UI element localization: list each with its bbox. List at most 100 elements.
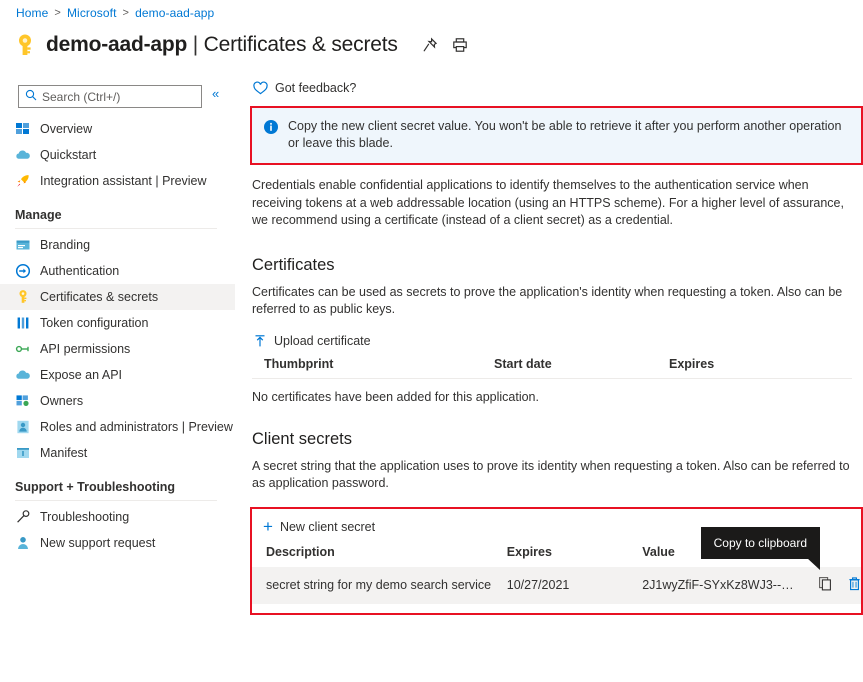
search-icon: [25, 88, 37, 106]
client-secrets-panel: + New client secret Description Expires …: [250, 506, 863, 615]
got-feedback-label: Got feedback?: [275, 81, 357, 95]
breadcrumb-item-home[interactable]: Home: [16, 6, 48, 20]
sidebar-item-owners[interactable]: Owners: [0, 388, 235, 414]
page-header-actions: [422, 37, 468, 53]
copy-to-clipboard-tooltip: Copy to clipboard: [700, 526, 820, 570]
sidebar-item-certificates-and-secrets[interactable]: Certificates & secrets: [0, 284, 235, 310]
page-header: demo-aad-app | Certificates & secrets: [14, 28, 468, 62]
new-client-secret-button[interactable]: + New client secret: [263, 516, 376, 536]
certificates-command-bar: Upload certificate: [253, 334, 863, 348]
new-client-secret-label: New client secret: [279, 519, 376, 534]
manifest-icon: [15, 445, 31, 461]
sidebar-item-label: Token configuration: [40, 316, 149, 330]
wrench-icon: [15, 509, 31, 525]
cell-value: 2J1wyZfiF-SYxKz8WJ3--MPVnlu_F8rA...: [642, 578, 804, 592]
sidebar-item-label: Certificates & secrets: [40, 290, 159, 304]
credentials-intro-text: Credentials enable confidential applicat…: [252, 178, 844, 227]
sidebar-item-new-support-request[interactable]: New support request: [0, 530, 235, 556]
column-header-expires[interactable]: Expires: [493, 536, 628, 567]
search-input[interactable]: [42, 89, 195, 104]
tooltip-pointer: [807, 557, 820, 570]
cell-expires: 10/27/2021: [506, 578, 570, 592]
page-title-separator: |: [192, 33, 199, 56]
plus-icon: +: [263, 516, 273, 536]
search-box[interactable]: [18, 85, 202, 108]
sidebar-item-troubleshooting[interactable]: Troubleshooting: [0, 504, 235, 530]
page-title-app: demo-aad-app: [46, 33, 188, 56]
upload-icon: [253, 334, 267, 348]
owners-grid-icon: [15, 393, 31, 409]
got-feedback-button[interactable]: Got feedback?: [253, 78, 863, 98]
cloud-icon: [15, 367, 31, 383]
column-header-description[interactable]: Description: [252, 536, 493, 567]
copy-icon[interactable]: [818, 576, 833, 594]
sidebar-group-support-troubleshooting: Support + Troubleshooting: [15, 480, 176, 494]
client-secrets-description: A secret string that the application use…: [252, 458, 850, 491]
tooltip-text: Copy to clipboard: [713, 535, 807, 550]
sidebar-item-integration-assistant[interactable]: Integration assistant | Preview: [0, 168, 235, 194]
main-content: Got feedback? Copy the new client secret…: [250, 78, 863, 615]
role-person-icon: [15, 419, 31, 435]
sidebar-item-label: Troubleshooting: [40, 510, 130, 524]
sidebar-item-expose-an-api[interactable]: Expose an API: [0, 362, 235, 388]
column-header-expires[interactable]: Expires: [657, 347, 852, 379]
sidebar: « Overview: [0, 78, 235, 682]
upload-certificate-button[interactable]: Upload certificate: [253, 334, 371, 348]
sidebar-item-authentication[interactable]: Authentication: [0, 258, 235, 284]
sidebar-item-overview[interactable]: Overview: [0, 116, 235, 142]
sidebar-item-manifest[interactable]: Manifest: [0, 440, 235, 466]
sidebar-item-label: Expose an API: [40, 368, 123, 382]
sidebar-group-manage: Manage: [15, 208, 62, 222]
info-icon: [263, 118, 279, 140]
branding-card-icon: [15, 237, 31, 253]
sidebar-item-quickstart[interactable]: Quickstart: [0, 142, 235, 168]
sidebar-item-api-permissions[interactable]: API permissions: [0, 336, 235, 362]
sidebar-item-label: Integration assistant | Preview: [40, 174, 207, 188]
breadcrumb-item-microsoft[interactable]: Microsoft: [67, 6, 117, 20]
client-secrets-heading: Client secrets: [252, 429, 352, 448]
breadcrumb-item-demo-aad-app[interactable]: demo-aad-app: [135, 6, 214, 20]
certificates-heading: Certificates: [252, 255, 335, 274]
sidebar-item-branding[interactable]: Branding: [0, 232, 235, 258]
delete-trash-icon[interactable]: [847, 576, 861, 595]
table-row[interactable]: secret string for my demo search service…: [252, 566, 861, 604]
sidebar-item-label: Branding: [40, 238, 91, 252]
page-title-blade: Certificates & secrets: [203, 33, 398, 56]
info-banner-text: Copy the new client secret value. You wo…: [288, 119, 842, 150]
breadcrumb-separator: >: [54, 7, 61, 19]
certificates-table: Thumbprint Start date Expires: [252, 347, 852, 379]
pin-icon[interactable]: [422, 37, 438, 53]
key-icon: [14, 33, 36, 57]
cloud-icon: [15, 147, 31, 163]
sidebar-item-label: Authentication: [40, 264, 120, 278]
sidebar-collapse-button[interactable]: «: [212, 86, 219, 102]
upload-certificate-label: Upload certificate: [274, 333, 371, 348]
authentication-arrow-icon: [15, 263, 31, 279]
column-header-thumbprint[interactable]: Thumbprint: [252, 347, 482, 379]
sidebar-item-label: New support request: [40, 536, 156, 550]
column-header-start-date[interactable]: Start date: [482, 347, 657, 379]
breadcrumb: Home > Microsoft > demo-aad-app: [16, 6, 214, 20]
api-permissions-icon: [15, 341, 31, 357]
heart-icon: [253, 81, 268, 95]
cell-actions: [804, 567, 861, 604]
sidebar-item-label: Overview: [40, 122, 93, 136]
sidebar-item-label: Quickstart: [40, 148, 97, 162]
sidebar-item-label: API permissions: [40, 342, 131, 356]
cell-description: secret string for my demo search service: [266, 578, 492, 592]
person-icon: [15, 535, 31, 551]
rocket-icon: [15, 173, 31, 189]
token-bars-icon: [15, 315, 31, 331]
page-title: demo-aad-app | Certificates & secrets: [46, 33, 398, 57]
print-icon[interactable]: [452, 37, 468, 53]
certificates-description: Certificates can be used as secrets to p…: [252, 284, 843, 317]
sidebar-item-label: Manifest: [40, 446, 88, 460]
sidebar-nav: Overview Quickstart Integration assistan…: [0, 116, 235, 556]
sidebar-item-label: Roles and administrators | Preview: [40, 420, 233, 434]
breadcrumb-separator: >: [122, 7, 130, 19]
key-icon: [15, 289, 31, 305]
sidebar-item-roles-and-administrators[interactable]: Roles and administrators | Preview: [0, 414, 235, 440]
sidebar-item-token-configuration[interactable]: Token configuration: [0, 310, 235, 336]
certificates-empty-message: No certificates have been added for this…: [252, 389, 539, 404]
sidebar-group-divider: [15, 228, 217, 229]
